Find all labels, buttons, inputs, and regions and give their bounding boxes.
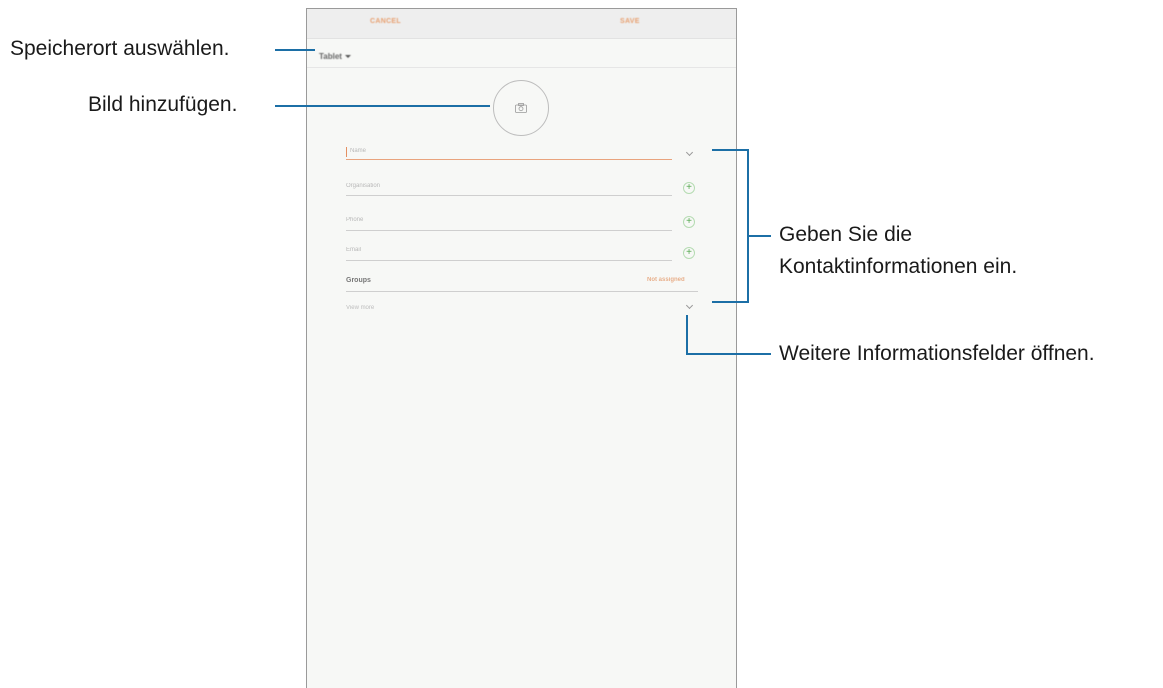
callout-more-fields: Weitere Informationsfelder öffnen. bbox=[779, 342, 1095, 365]
add-picture-button[interactable] bbox=[493, 80, 549, 136]
callout-line-storage bbox=[275, 49, 315, 51]
add-phone-plus-icon[interactable]: + bbox=[683, 216, 695, 228]
add-email-plus-icon[interactable]: + bbox=[683, 247, 695, 259]
bracket-bottom bbox=[712, 301, 749, 303]
expand-name-chevron-icon[interactable] bbox=[685, 148, 694, 157]
callout-contact-line1: Geben Sie die bbox=[779, 223, 913, 246]
storage-location-label: Tablet bbox=[319, 52, 342, 61]
callout-line-more-horizontal bbox=[686, 353, 771, 355]
callout-contact-info: Geben Sie die Kontaktinformationen ein. bbox=[779, 219, 1017, 283]
view-more-chevron-icon[interactable] bbox=[685, 301, 694, 310]
callout-storage: Speicherort auswählen. bbox=[10, 37, 230, 60]
groups-value[interactable]: Not assigned bbox=[647, 277, 685, 283]
app-bar: CANCEL SAVE bbox=[307, 9, 736, 39]
phone-underline bbox=[346, 230, 672, 231]
divider bbox=[307, 67, 736, 68]
view-more-label[interactable]: View more bbox=[346, 305, 374, 311]
callout-picture: Bild hinzufügen. bbox=[88, 93, 238, 116]
groups-label[interactable]: Groups bbox=[346, 277, 371, 284]
add-organisation-plus-icon[interactable]: + bbox=[683, 182, 695, 194]
phone-placeholder: Phone bbox=[346, 217, 364, 223]
callout-line-more-vertical bbox=[686, 315, 688, 355]
device-screen: CANCEL SAVE Tablet Name Organisation + P… bbox=[306, 8, 737, 688]
storage-location-selector[interactable]: Tablet bbox=[319, 52, 351, 61]
email-placeholder: Email bbox=[346, 247, 362, 253]
bracket-vertical bbox=[747, 149, 749, 303]
email-underline bbox=[346, 260, 672, 261]
organisation-placeholder: Organisation bbox=[346, 183, 381, 189]
camera-icon bbox=[515, 103, 527, 113]
save-button[interactable]: SAVE bbox=[620, 18, 640, 25]
dropdown-caret-icon bbox=[344, 55, 351, 58]
organisation-underline bbox=[346, 195, 672, 196]
bracket-top bbox=[712, 149, 749, 151]
text-cursor bbox=[346, 147, 347, 157]
cancel-button[interactable]: CANCEL bbox=[370, 18, 401, 25]
bracket-pointer bbox=[749, 235, 771, 237]
callout-contact-line2: Kontaktinformationen ein. bbox=[779, 255, 1018, 278]
groups-underline bbox=[346, 291, 698, 292]
callout-line-picture bbox=[275, 105, 490, 107]
name-underline bbox=[346, 159, 672, 160]
name-placeholder: Name bbox=[350, 148, 367, 154]
